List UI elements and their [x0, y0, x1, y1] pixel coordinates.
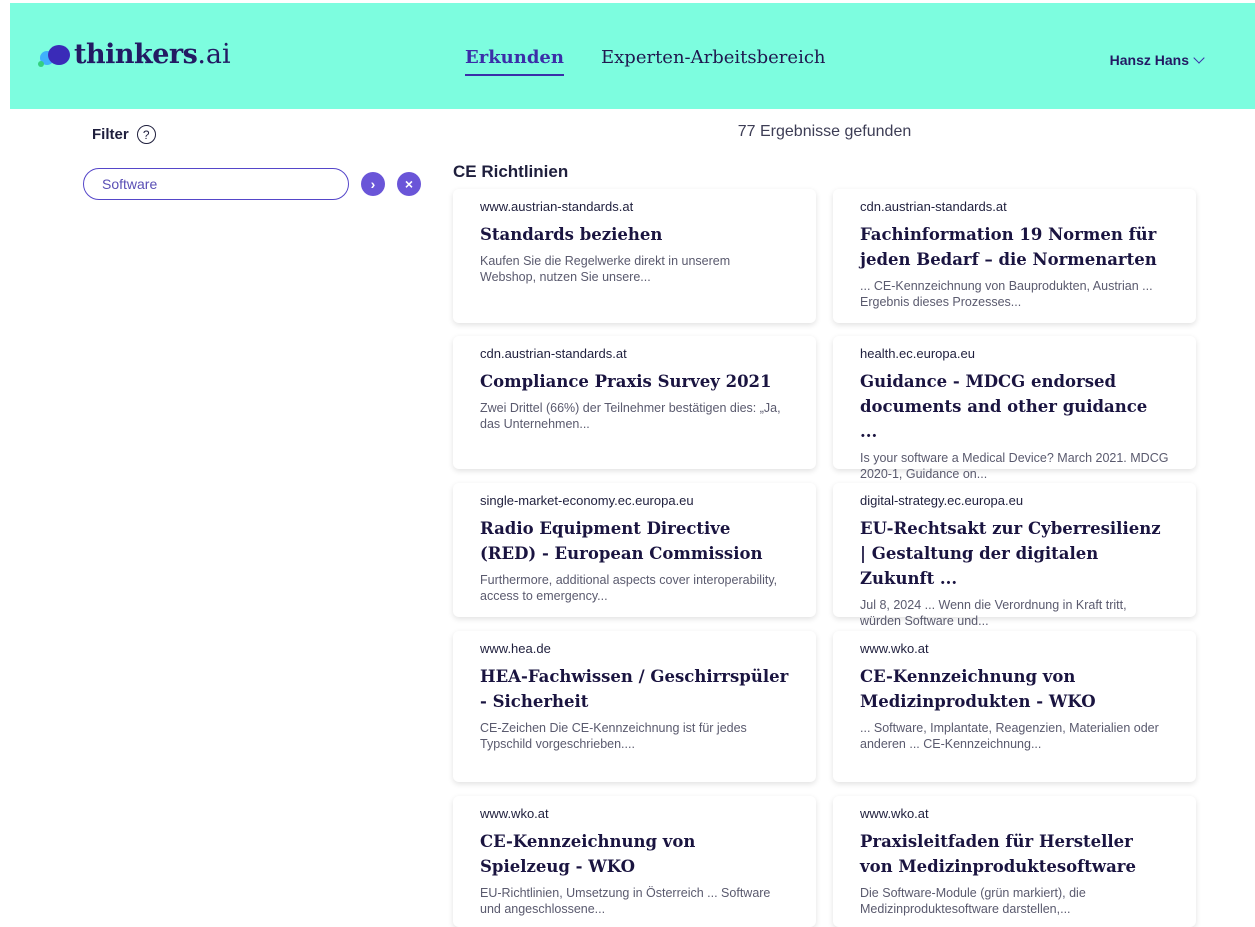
result-snippet: Die Software-Module (grün markiert), die…: [860, 886, 1086, 916]
result-card[interactable]: www.wko.at CE-Kennzeichnung von Medizinp…: [833, 631, 1196, 782]
result-domain: health.ec.europa.eu: [860, 346, 975, 361]
result-card[interactable]: www.wko.at CE-Kennzeichnung von Spielzeu…: [453, 796, 816, 927]
help-icon[interactable]: ?: [136, 125, 156, 144]
result-card[interactable]: cdn.austrian-standards.at Fachinformatio…: [833, 189, 1196, 323]
nav-erkunden[interactable]: Erkunden: [465, 47, 564, 76]
result-title[interactable]: Compliance Praxis Survey 2021: [480, 369, 789, 394]
result-snippet: Furthermore, additional aspects cover in…: [480, 573, 778, 603]
filter-title: Filter: [92, 126, 129, 143]
result-domain: www.hea.de: [480, 641, 551, 656]
result-domain: single-market-economy.ec.europa.eu: [480, 493, 694, 508]
search-input[interactable]: Software: [83, 168, 349, 200]
filter-heading: Filter ?: [92, 125, 156, 144]
result-title[interactable]: Radio Equipment Directive (RED) - Europe…: [480, 516, 789, 566]
result-card[interactable]: www.austrian-standards.at Standards bezi…: [453, 189, 816, 323]
section-title: CE Richtlinien: [453, 162, 569, 181]
result-snippet: Is your software a Medical Device? March…: [860, 451, 1169, 481]
results-count: 77 Ergebnisse gefunden: [737, 123, 912, 140]
result-domain: www.wko.at: [860, 806, 929, 821]
result-domain: cdn.austrian-standards.at: [480, 346, 627, 361]
user-name: Hansz Hans: [1109, 52, 1189, 68]
result-snippet: Kaufen Sie die Regelwerke direkt in unse…: [480, 254, 731, 284]
result-domain: digital-strategy.ec.europa.eu: [860, 493, 1024, 508]
result-snippet: ... Software, Implantate, Reagenzien, Ma…: [860, 721, 1159, 751]
result-title[interactable]: Praxisleitfaden für Hersteller von Mediz…: [860, 829, 1169, 879]
result-title[interactable]: Guidance - MDCG endorsed documents and o…: [860, 369, 1169, 444]
result-card[interactable]: www.wko.at Praxisleitfaden für Herstelle…: [833, 796, 1196, 927]
result-domain: www.wko.at: [480, 806, 549, 821]
search-submit-button[interactable]: ›: [361, 172, 385, 196]
result-title[interactable]: CE-Kennzeichnung von Spielzeug - WKO: [480, 829, 789, 879]
result-card[interactable]: digital-strategy.ec.europa.eu EU-Rechtsa…: [833, 483, 1196, 628]
logo-suffix: .ai: [197, 39, 231, 70]
nav-experten-arbeitsbereich[interactable]: Experten-Arbeitsbereich: [601, 47, 826, 68]
result-card[interactable]: cdn.austrian-standards.at Compliance Pra…: [453, 336, 816, 469]
result-card[interactable]: single-market-economy.ec.europa.eu Radio…: [453, 483, 816, 617]
top-bar: thinkers .ai Erkunden Experten-Arbeitsber…: [10, 3, 1255, 109]
result-snippet: CE-Zeichen Die CE-Kennzeichnung ist für …: [480, 721, 747, 751]
result-title[interactable]: HEA-Fachwissen / Geschirrspüler - Sicher…: [480, 664, 789, 714]
result-domain: cdn.austrian-standards.at: [860, 199, 1007, 214]
result-card[interactable]: www.hea.de HEA-Fachwissen / Geschirrspül…: [453, 631, 816, 782]
result-snippet: Jul 8, 2024 ... Wenn die Verordnung in K…: [860, 598, 1127, 628]
logo[interactable]: thinkers .ai: [38, 39, 231, 70]
result-title[interactable]: Standards beziehen: [480, 222, 789, 247]
clear-search-button[interactable]: ×: [397, 172, 421, 196]
result-snippet: Zwei Drittel (66%) der Teilnehmer bestät…: [480, 401, 781, 431]
result-card[interactable]: health.ec.europa.eu Guidance - MDCG endo…: [833, 336, 1196, 481]
result-snippet: EU-Richtlinien, Umsetzung in Österreich …: [480, 886, 771, 916]
logo-mark-icon: [38, 43, 70, 67]
result-snippet: ... CE-Kennzeichnung von Bauprodukten, A…: [860, 279, 1153, 309]
logo-text: thinkers: [74, 39, 198, 70]
chevron-down-icon: [1193, 52, 1205, 64]
result-title[interactable]: Fachinformation 19 Normen für jeden Beda…: [860, 222, 1169, 272]
user-menu[interactable]: Hansz Hans: [1109, 52, 1205, 68]
result-domain: www.wko.at: [860, 641, 929, 656]
result-title[interactable]: EU-Rechtsakt zur Cyberresilienz | Gestal…: [860, 516, 1169, 591]
result-title[interactable]: CE-Kennzeichnung von Medizinprodukten - …: [860, 664, 1169, 714]
result-domain: www.austrian-standards.at: [480, 199, 634, 214]
